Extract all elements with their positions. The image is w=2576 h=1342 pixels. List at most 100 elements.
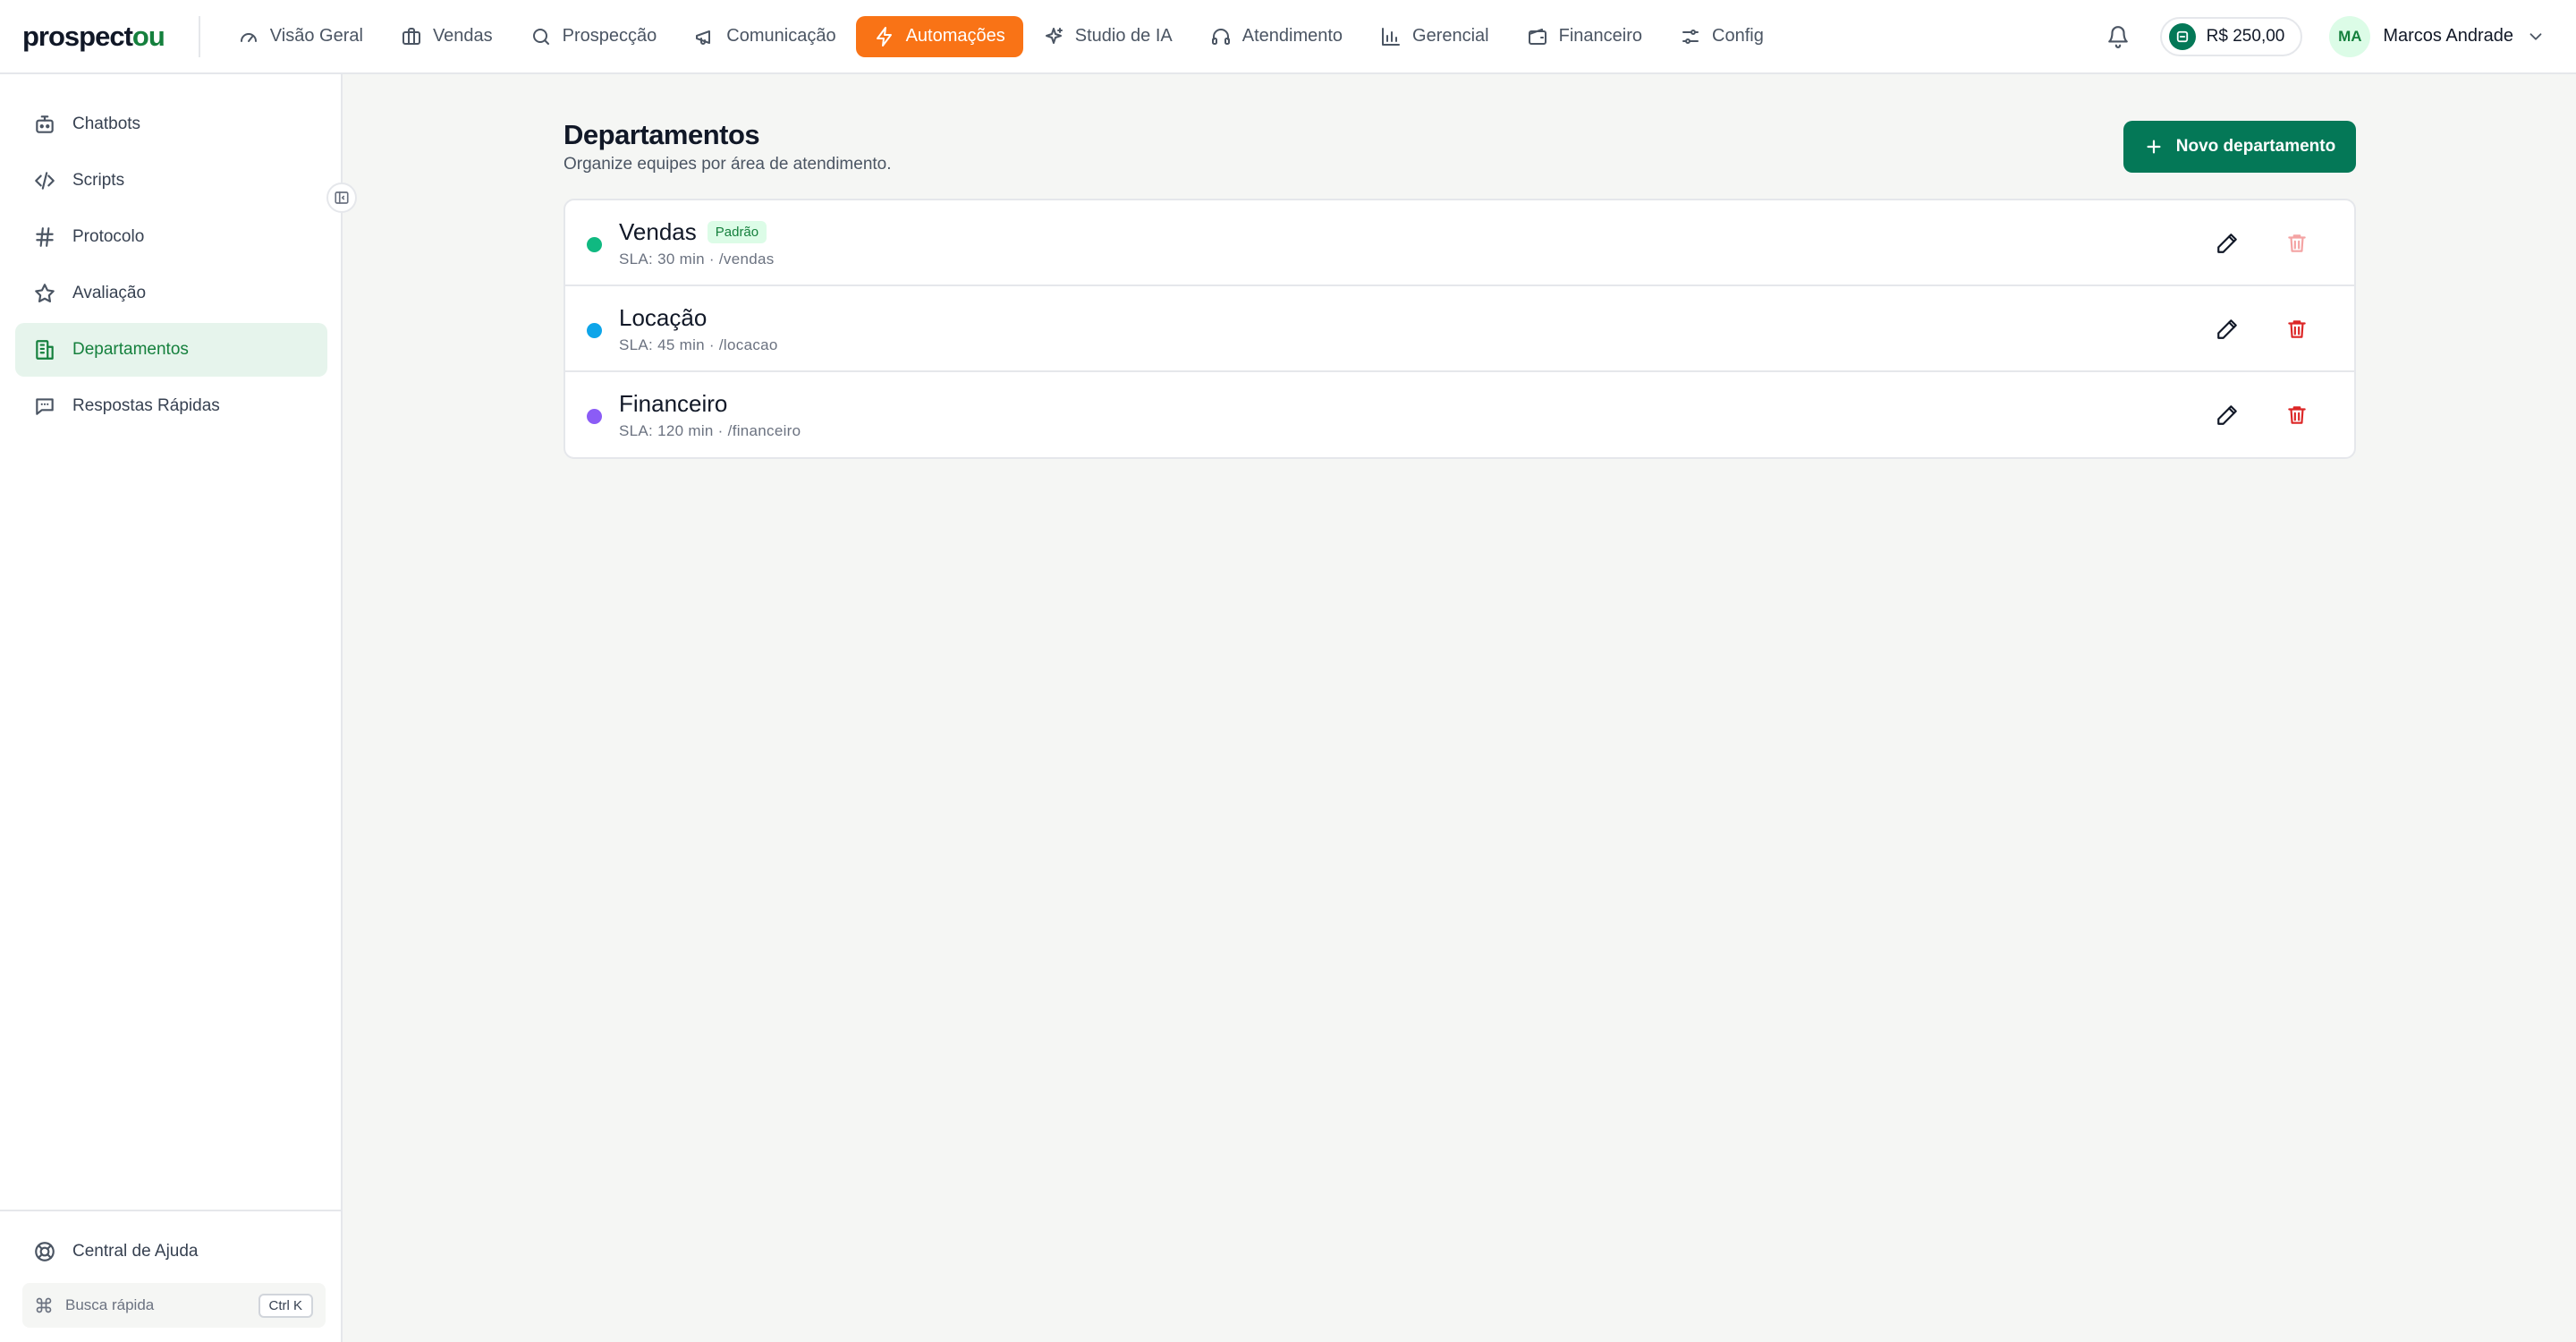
logo-divider — [198, 15, 200, 57]
sidebar-item-chatbots[interactable]: Chatbots — [15, 98, 327, 151]
help-label: Central de Ajuda — [72, 1242, 199, 1261]
nav-label: Prospecção — [562, 26, 657, 46]
building-icon — [36, 340, 54, 360]
wallet-icon — [1528, 28, 1546, 45]
trash-icon — [2288, 234, 2306, 252]
bell-icon — [2107, 25, 2128, 48]
new-department-button[interactable]: Novo departamento — [2123, 121, 2356, 173]
nav-item-config[interactable]: Config — [1662, 16, 1782, 57]
department-row: Locação SLA: 45 min · /locacao — [565, 286, 2354, 372]
brand-logo[interactable]: prospectou — [22, 21, 165, 53]
nav-item-visao-geral[interactable]: Visão Geral — [220, 16, 381, 57]
lightning-icon — [876, 26, 892, 47]
nav-label: Vendas — [432, 26, 493, 46]
lifebuoy-icon — [35, 1242, 55, 1261]
pencil-icon — [2217, 319, 2237, 339]
nav-item-automacoes[interactable]: Automações — [855, 15, 1023, 57]
sidebar-menu: Chatbots Scripts Protocolo Avaliação Dep… — [15, 98, 327, 436]
nav-item-prospeccao[interactable]: Prospecção — [513, 16, 675, 57]
command-icon — [36, 1297, 52, 1313]
edit-department-button[interactable] — [2209, 397, 2245, 433]
gauge-icon — [240, 32, 257, 42]
logo-text-accent: ou — [131, 20, 165, 52]
megaphone-icon — [696, 30, 711, 45]
notifications-button[interactable] — [2099, 18, 2137, 55]
department-meta: SLA: 120 min · /financeiro — [619, 422, 801, 439]
message-icon — [36, 398, 54, 415]
headphones-icon — [1211, 28, 1230, 45]
department-name-line: Financeiro — [619, 390, 727, 418]
nav-item-atendimento[interactable]: Atendimento — [1192, 16, 1360, 57]
sidebar-item-departamentos[interactable]: Departamentos — [15, 323, 327, 377]
page-subtitle: Organize equipes por área de atendimento… — [564, 155, 892, 174]
department-row: Financeiro SLA: 120 min · /financeiro — [565, 372, 2354, 457]
department-name: Vendas — [619, 218, 697, 245]
delete-department-button[interactable] — [2279, 397, 2315, 433]
pencil-icon — [2217, 234, 2237, 253]
help-center-link[interactable]: Central de Ajuda — [15, 1224, 326, 1279]
chevron-down-icon[interactable] — [2526, 27, 2546, 47]
top-bar: prospectou Visão Geral Vendas Prospecção… — [0, 0, 2576, 74]
nav-item-financeiro[interactable]: Financeiro — [1509, 16, 1660, 57]
code-icon — [35, 172, 55, 190]
department-meta: SLA: 45 min · /locacao — [619, 336, 778, 353]
nav-item-comunicacao[interactable]: Comunicação — [676, 16, 853, 57]
department-name: Locação — [619, 304, 708, 331]
departments-list: Vendas Padrão SLA: 30 min · /vendas Loca… — [564, 199, 2356, 459]
balance-chip[interactable]: R$ 250,00 — [2159, 16, 2303, 56]
sidebar-item-avaliacao[interactable]: Avaliação — [15, 267, 327, 320]
sidebar-item-label: Scripts — [72, 171, 125, 190]
sidebar: Chatbots Scripts Protocolo Avaliação Dep… — [0, 74, 343, 1342]
nav-label: Financeiro — [1558, 26, 1643, 46]
sidebar-footer: Central de Ajuda Busca rápida Ctrl K — [0, 1210, 341, 1328]
department-meta: SLA: 30 min · /vendas — [619, 251, 775, 268]
user-name[interactable]: Marcos Andrade — [2383, 26, 2513, 47]
delete-department-button[interactable] — [2279, 311, 2315, 347]
nav-label: Atendimento — [1241, 26, 1343, 46]
hash-icon — [36, 227, 54, 247]
sliders-icon — [1682, 29, 1699, 44]
star-icon — [35, 284, 55, 302]
header-right: R$ 250,00 MA Marcos Andrade — [2099, 15, 2576, 57]
sidebar-item-protocolo[interactable]: Protocolo — [15, 210, 327, 264]
department-name: Financeiro — [619, 390, 728, 417]
keyboard-shortcut: Ctrl K — [258, 1293, 313, 1318]
default-badge: Padrão — [707, 221, 767, 243]
logo-text-main: prospect — [22, 20, 133, 52]
nav-item-vendas[interactable]: Vendas — [383, 16, 511, 57]
department-color-dot — [587, 409, 602, 424]
department-color-dot — [587, 237, 602, 252]
department-name-line: Locação — [619, 304, 707, 332]
sidebar-item-label: Respostas Rápidas — [72, 396, 220, 415]
balance-value: R$ 250,00 — [2206, 26, 2285, 46]
edit-department-button[interactable] — [2209, 225, 2245, 261]
nav-item-studio-ia[interactable]: Studio de IA — [1025, 16, 1191, 57]
sidebar-item-label: Chatbots — [72, 115, 141, 133]
sparkles-icon — [1045, 27, 1063, 44]
panel-left-icon — [335, 191, 349, 204]
department-row: Vendas Padrão SLA: 30 min · /vendas — [565, 200, 2354, 286]
nav-label: Gerencial — [1412, 26, 1489, 46]
sidebar-item-scripts[interactable]: Scripts — [15, 154, 327, 208]
department-name-line: Vendas Padrão — [619, 218, 767, 246]
new-department-label: Novo departamento — [2175, 137, 2336, 156]
delete-department-button[interactable] — [2279, 225, 2315, 261]
plus-icon — [2147, 140, 2161, 154]
nav-label: Comunicação — [726, 26, 836, 46]
bar-chart-icon — [1382, 27, 1401, 46]
user-avatar[interactable]: MA — [2329, 15, 2371, 57]
sidebar-item-label: Avaliação — [72, 284, 147, 302]
sidebar-item-label: Departamentos — [72, 340, 189, 359]
search-icon — [532, 28, 549, 45]
trash-icon — [2288, 406, 2306, 424]
sidebar-collapse-button[interactable] — [326, 183, 357, 213]
coin-icon — [2168, 22, 2196, 50]
pencil-icon — [2217, 405, 2237, 425]
bot-icon — [36, 115, 54, 133]
trash-icon — [2288, 320, 2306, 338]
page-title: Departamentos — [564, 119, 760, 150]
edit-department-button[interactable] — [2209, 311, 2245, 347]
nav-item-gerencial[interactable]: Gerencial — [1362, 16, 1507, 57]
quick-search-button[interactable]: Busca rápida Ctrl K — [22, 1283, 326, 1328]
sidebar-item-respostas-rapidas[interactable]: Respostas Rápidas — [15, 379, 327, 433]
